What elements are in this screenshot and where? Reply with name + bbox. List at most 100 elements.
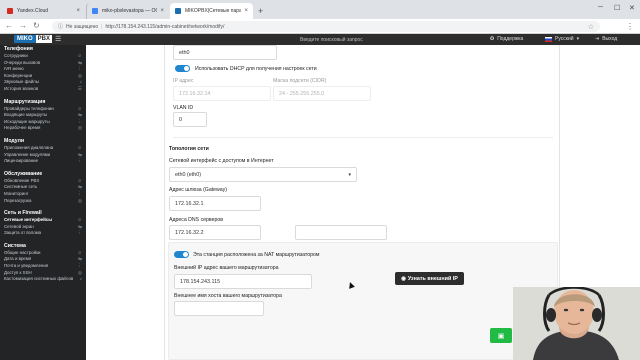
sidebar-item-label: Общие настройки <box>4 249 41 255</box>
support-link[interactable]: ✪ Поддержка <box>490 36 523 42</box>
dns-primary-field[interactable]: 172.16.32.2 <box>169 225 261 240</box>
sidebar-item[interactable]: Очереди вызовов ⇆ <box>0 60 86 67</box>
russian-flag-icon <box>545 36 552 42</box>
sidebar-item[interactable]: Исходящие маршруты ⋮ <box>0 119 86 126</box>
logout-link[interactable]: ⇥ Выход <box>595 36 617 42</box>
sidebar-item[interactable]: Защита от взлома ⋮ <box>0 230 86 237</box>
info-icon: ⓘ <box>58 24 64 30</box>
close-icon[interactable]: × <box>244 8 248 14</box>
sidebar-item[interactable]: История звонков ☰ <box>0 86 86 93</box>
sidebar-item[interactable]: Провайдеры телефонии ☺ <box>0 106 86 113</box>
sidebar-item[interactable]: Доступ к SSH ◎ <box>0 270 86 277</box>
sidebar-item-icon: ⋮ <box>77 158 82 164</box>
sidebar-item-icon: ⋮ <box>77 118 82 124</box>
yandex-favicon-icon <box>7 8 13 14</box>
save-button[interactable]: ▣ <box>490 328 512 343</box>
sidebar-item[interactable]: Системные сеть ⇆ <box>0 184 86 191</box>
browser-tab-1[interactable]: Yandex.Cloud × <box>2 3 85 19</box>
sidebar-item-icon: ☺ <box>77 144 82 150</box>
logout-label: Выход <box>602 36 618 42</box>
sidebar-item-icon: ♪ <box>79 276 82 282</box>
sidebar-item-label: Конференции <box>4 72 33 78</box>
sidebar-item-label: Обновление PBX <box>4 177 40 183</box>
dns-secondary-field[interactable] <box>295 225 387 240</box>
sidebar-item[interactable]: Сотрудники ☺ <box>0 53 86 60</box>
language-selector[interactable]: Русский ▾ <box>545 36 579 42</box>
support-icon: ✪ <box>490 36 495 42</box>
language-label: Русский <box>555 36 574 42</box>
mikopbx-logo[interactable]: MIKO PBX <box>14 35 53 43</box>
sidebar-item-icon: ⇆ <box>78 223 82 229</box>
external-ip-field[interactable]: 178.154.243.115 <box>174 274 312 289</box>
get-external-ip-button[interactable]: ◉ Узнать внешний IP <box>395 272 464 285</box>
sidebar-item-label: Исходящие маршруты <box>4 118 50 124</box>
sidebar-item-label: IVR меню <box>4 66 24 72</box>
sidebar-item[interactable]: Общие настройки ☺ <box>0 250 86 257</box>
sidebar-item[interactable]: Кастомизация системных файлов ♪ <box>0 276 86 283</box>
global-search-input[interactable]: Введите поисковый запрос <box>300 37 363 43</box>
sidebar-item-icon: ◎ <box>77 125 82 131</box>
sidebar-item[interactable]: Управление модулями ⇆ <box>0 152 86 159</box>
external-host-field[interactable] <box>174 301 264 316</box>
subnet-mask-field[interactable]: 24 - 255.255.255.0 <box>273 86 371 101</box>
sidebar-item-label: Сотрудники <box>4 53 28 58</box>
browser-tab-bar: Yandex.Cloud × miko-pbxlevastopa — Обор … <box>0 0 640 19</box>
sidebar-item-label: Почта и уведомления <box>4 263 49 269</box>
sidebar-item-label: Звуковые файлы <box>4 79 39 85</box>
sidebar-item[interactable]: Почта и уведомления ⋮ <box>0 263 86 270</box>
nat-toggle[interactable] <box>174 251 189 258</box>
sidebar-item-icon: ☺ <box>77 53 82 58</box>
toggle-knob <box>183 252 188 257</box>
close-icon[interactable]: × <box>76 8 80 14</box>
browser-menu-icon[interactable]: ⋮ <box>626 22 634 31</box>
close-icon[interactable]: × <box>160 8 164 14</box>
globe-icon: ◉ <box>401 275 406 282</box>
dns-label: Адреса DNS серверов <box>169 217 224 223</box>
sidebar-item[interactable]: Сетевой экран ⇆ <box>0 224 86 231</box>
back-icon[interactable]: ← <box>5 21 13 30</box>
reload-icon[interactable]: ↻ <box>33 21 40 30</box>
bookmark-star-icon[interactable]: ☆ <box>588 23 594 31</box>
sidebar-item[interactable]: Обновление PBX ☺ <box>0 178 86 185</box>
dhcp-toggle[interactable] <box>175 65 190 72</box>
forward-icon[interactable]: → <box>19 21 27 30</box>
ip-address-field[interactable]: 172.16.32.14 <box>173 86 271 101</box>
sidebar-item[interactable]: Дата и время ⇆ <box>0 256 86 263</box>
sidebar-item[interactable]: Приложения диалплана ☺ <box>0 145 86 152</box>
sidebar-section-title: Модули <box>4 137 25 144</box>
new-tab-button[interactable]: + <box>258 6 263 16</box>
sidebar-item[interactable]: Звуковые файлы ♪ <box>0 79 86 86</box>
internet-interface-dropdown[interactable]: eth0 (eth0) ▾ <box>169 167 357 182</box>
window-close-icon[interactable]: ✕ <box>629 4 635 12</box>
url-separator: | <box>101 23 103 30</box>
sidebar-item-icon: ⋮ <box>77 190 82 196</box>
maximize-icon[interactable]: ☐ <box>614 4 620 12</box>
sidebar-menu: Телефония Сотрудники ☺ Очереди вызовов ⇆ IVR … <box>0 45 86 360</box>
sidebar-item[interactable]: Конференции ◎ <box>0 73 86 80</box>
save-icon: ▣ <box>497 332 505 340</box>
chevron-down-icon: ▾ <box>348 171 351 178</box>
sidebar-item-label: Сетевые интерфейсы <box>4 217 52 223</box>
sidebar-item[interactable]: Перезагрузка ◎ <box>0 198 86 205</box>
url-field[interactable]: ⓘ Не защищено | http://178.154.243.115/a… <box>52 21 600 32</box>
sidebar-item[interactable]: IVR меню ⋮ <box>0 66 86 73</box>
sidebar-item-icon: ⇆ <box>78 151 82 157</box>
sidebar-item[interactable]: Нерабочее время ◎ <box>0 125 86 132</box>
gateway-label: Адрес шлюза (Gateway) <box>169 187 228 193</box>
toggle-knob <box>184 66 189 71</box>
sidebar-item-icon: ⇆ <box>78 184 82 190</box>
sidebar-item[interactable]: Входящие маршруты ⇆ <box>0 112 86 119</box>
interface-name-field[interactable]: eth0 <box>173 45 277 60</box>
vlan-id-label: VLAN ID <box>173 105 194 111</box>
sidebar-item[interactable]: Лицензирование ⋮ <box>0 158 86 165</box>
sidebar-toggle-icon[interactable]: ☰ <box>55 35 61 43</box>
gateway-field[interactable]: 172.16.32.1 <box>169 196 261 211</box>
sidebar-item[interactable]: Мониторинг ⋮ <box>0 191 86 198</box>
browser-tab-3[interactable]: MIKOPBX|Сетевые параметры × <box>170 3 253 19</box>
page-favicon-icon <box>92 8 98 14</box>
browser-tab-2[interactable]: miko-pbxlevastopa — Обор × <box>86 3 169 19</box>
vlan-id-field[interactable]: 0 <box>173 112 207 127</box>
minimize-icon[interactable]: ─ <box>598 4 603 11</box>
sidebar-item[interactable]: Сетевые интерфейсы ☺ <box>0 217 86 224</box>
tab-title: MIKOPBX|Сетевые параметры <box>185 8 242 14</box>
